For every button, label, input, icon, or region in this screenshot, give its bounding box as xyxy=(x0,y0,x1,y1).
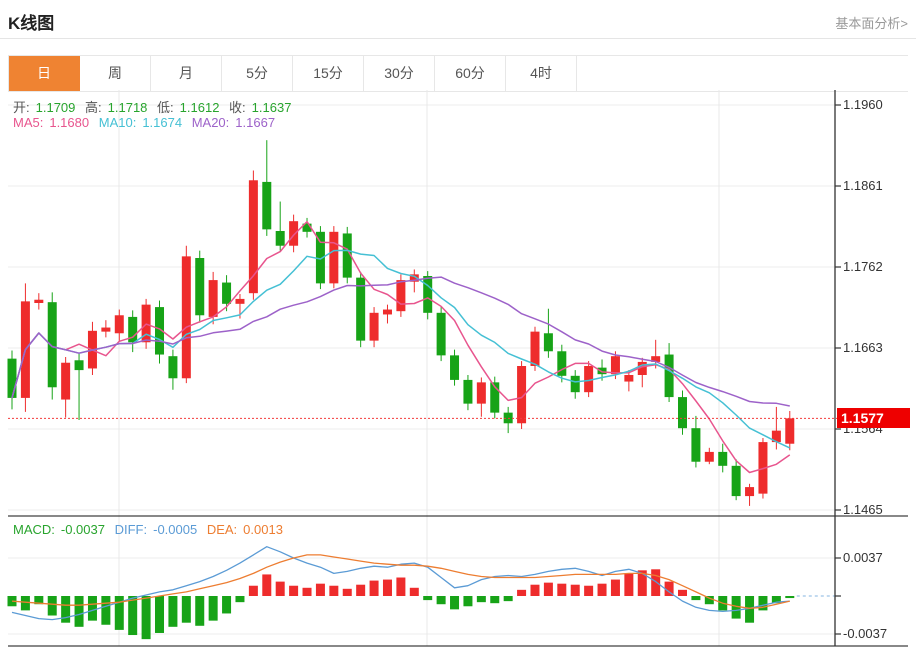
y-axis-label: 1.1960 xyxy=(843,97,883,112)
kline-page: K线图 基本面分析> 日周月5分15分30分60分4时 开:1.1709 高:1… xyxy=(0,0,916,651)
ma5-label: MA5: xyxy=(13,115,43,130)
y-axis-label: -0.0037 xyxy=(843,626,887,641)
dea-label: DEA: xyxy=(207,522,237,537)
dea-value: 0.0013 xyxy=(243,522,283,537)
y-axis-label: 0.0037 xyxy=(843,550,883,565)
open-label: 开: xyxy=(13,100,30,115)
close-label: 收: xyxy=(229,100,246,115)
ohlc-legend: 开: 1.1709 高: 1.1718 低: 1.1612 收: 1.1637 xyxy=(13,97,297,116)
macd-legend: MACD: -0.0037 DIFF: -0.0005 DEA: 0.0013 xyxy=(13,522,289,537)
diff-label: DIFF: xyxy=(115,522,148,537)
y-axis-label: 1.1465 xyxy=(843,502,883,517)
high-label: 高: xyxy=(85,100,102,115)
y-axis-label: 1.1762 xyxy=(843,259,883,274)
y-axis-label: 1.1861 xyxy=(843,178,883,193)
low-label: 低: xyxy=(157,100,174,115)
ma10-label: MA10: xyxy=(99,115,137,130)
high-value: 1.1718 xyxy=(108,100,148,115)
diff-value: -0.0005 xyxy=(153,522,197,537)
ma-legend: MA5: 1.1680 MA10: 1.1674 MA20: 1.1667 xyxy=(13,115,281,130)
current-price-badge: 1.1577 xyxy=(837,408,910,428)
ma20-value: 1.1667 xyxy=(235,115,275,130)
y-axis-label: 1.1663 xyxy=(843,340,883,355)
macd-label: MACD: xyxy=(13,522,55,537)
open-value: 1.1709 xyxy=(36,100,76,115)
ma5-value: 1.1680 xyxy=(49,115,89,130)
low-value: 1.1612 xyxy=(180,100,220,115)
ma20-label: MA20: xyxy=(192,115,230,130)
ma10-value: 1.1674 xyxy=(142,115,182,130)
macd-value: -0.0037 xyxy=(61,522,105,537)
close-value: 1.1637 xyxy=(252,100,292,115)
